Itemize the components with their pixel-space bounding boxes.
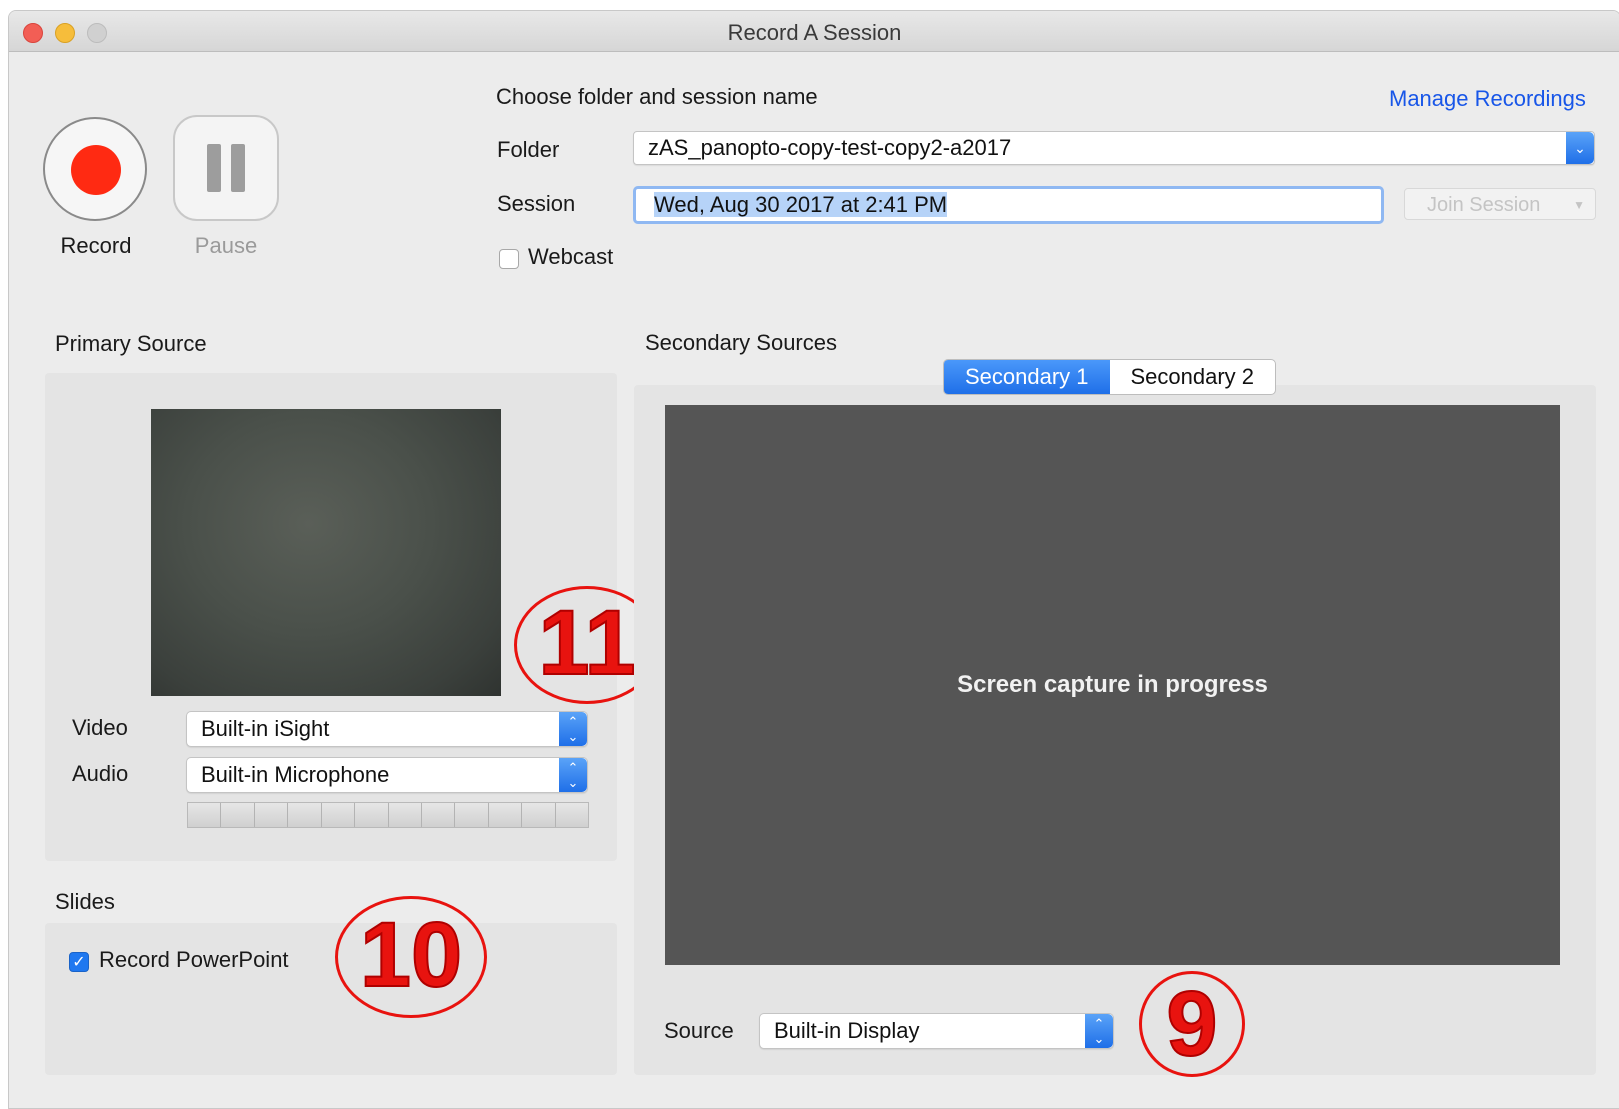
- pause-button[interactable]: [173, 115, 279, 221]
- webcast-label: Webcast: [528, 244, 614, 269]
- folder-label: Folder: [497, 137, 560, 162]
- session-label: Session: [497, 191, 576, 216]
- webcast-checkbox[interactable]: [499, 249, 519, 269]
- checkmark-icon: ✓: [72, 954, 86, 971]
- slides-panel: [45, 923, 617, 1075]
- stepper-icon: ⌃ ⌄: [559, 712, 587, 746]
- record-icon: [71, 145, 121, 195]
- stepper-icon: ⌃ ⌄: [1085, 1014, 1113, 1048]
- record-session-window: Record A Session Record Pause Choose fol…: [8, 10, 1619, 1109]
- record-powerpoint-checkbox[interactable]: ✓: [69, 952, 89, 972]
- video-select[interactable]: Built-in iSight ⌃ ⌄: [186, 711, 588, 747]
- primary-source-heading: Primary Source: [55, 331, 207, 356]
- source-label: Source: [664, 1018, 734, 1043]
- audio-select[interactable]: Built-in Microphone ⌃ ⌄: [186, 757, 588, 793]
- secondary-tabs: Secondary 1 Secondary 2: [943, 359, 1276, 395]
- audio-value: Built-in Microphone: [201, 762, 390, 787]
- session-setup-heading: Choose folder and session name: [496, 84, 818, 109]
- pause-icon: [207, 144, 221, 192]
- video-label: Video: [72, 715, 128, 740]
- audio-label: Audio: [72, 761, 129, 786]
- source-select[interactable]: Built-in Display ⌃ ⌄: [759, 1013, 1114, 1049]
- annotation-9: 9: [1139, 971, 1245, 1077]
- source-value: Built-in Display: [774, 1018, 920, 1043]
- session-name-value: Wed, Aug 30 2017 at 2:41 PM: [654, 192, 948, 217]
- audio-level-meter: [187, 802, 589, 828]
- folder-value: zAS_panopto-copy-test-copy2-a2017: [648, 135, 1012, 160]
- window-title: Record A Session: [727, 20, 902, 45]
- session-name-input[interactable]: Wed, Aug 30 2017 at 2:41 PM: [633, 186, 1384, 224]
- video-value: Built-in iSight: [201, 716, 330, 741]
- join-session-button[interactable]: Join Session ▼: [1404, 188, 1596, 220]
- record-button[interactable]: [43, 117, 147, 221]
- pause-label: Pause: [194, 233, 258, 258]
- folder-select[interactable]: zAS_panopto-copy-test-copy2-a2017 ⌄: [633, 131, 1595, 165]
- title-bar: Record A Session: [9, 11, 1619, 52]
- screen-capture-preview: Screen capture in progress: [665, 405, 1560, 965]
- manage-recordings-link[interactable]: Manage Recordings: [1389, 86, 1586, 112]
- record-powerpoint-label: Record PowerPoint: [99, 947, 289, 972]
- secondary-sources-heading: Secondary Sources: [645, 330, 837, 355]
- screen-capture-message: Screen capture in progress: [957, 671, 1268, 698]
- chevron-down-icon: ⌄: [1566, 132, 1594, 164]
- dropdown-arrow-icon: ▼: [1573, 198, 1585, 212]
- slides-heading: Slides: [55, 889, 115, 914]
- tab-secondary-2[interactable]: Secondary 2: [1110, 360, 1276, 394]
- annotation-10: 10: [335, 896, 487, 1018]
- tab-secondary-1[interactable]: Secondary 1: [944, 360, 1110, 394]
- stepper-icon: ⌃ ⌄: [559, 758, 587, 792]
- record-label: Record: [60, 233, 132, 258]
- camera-preview: [151, 409, 501, 696]
